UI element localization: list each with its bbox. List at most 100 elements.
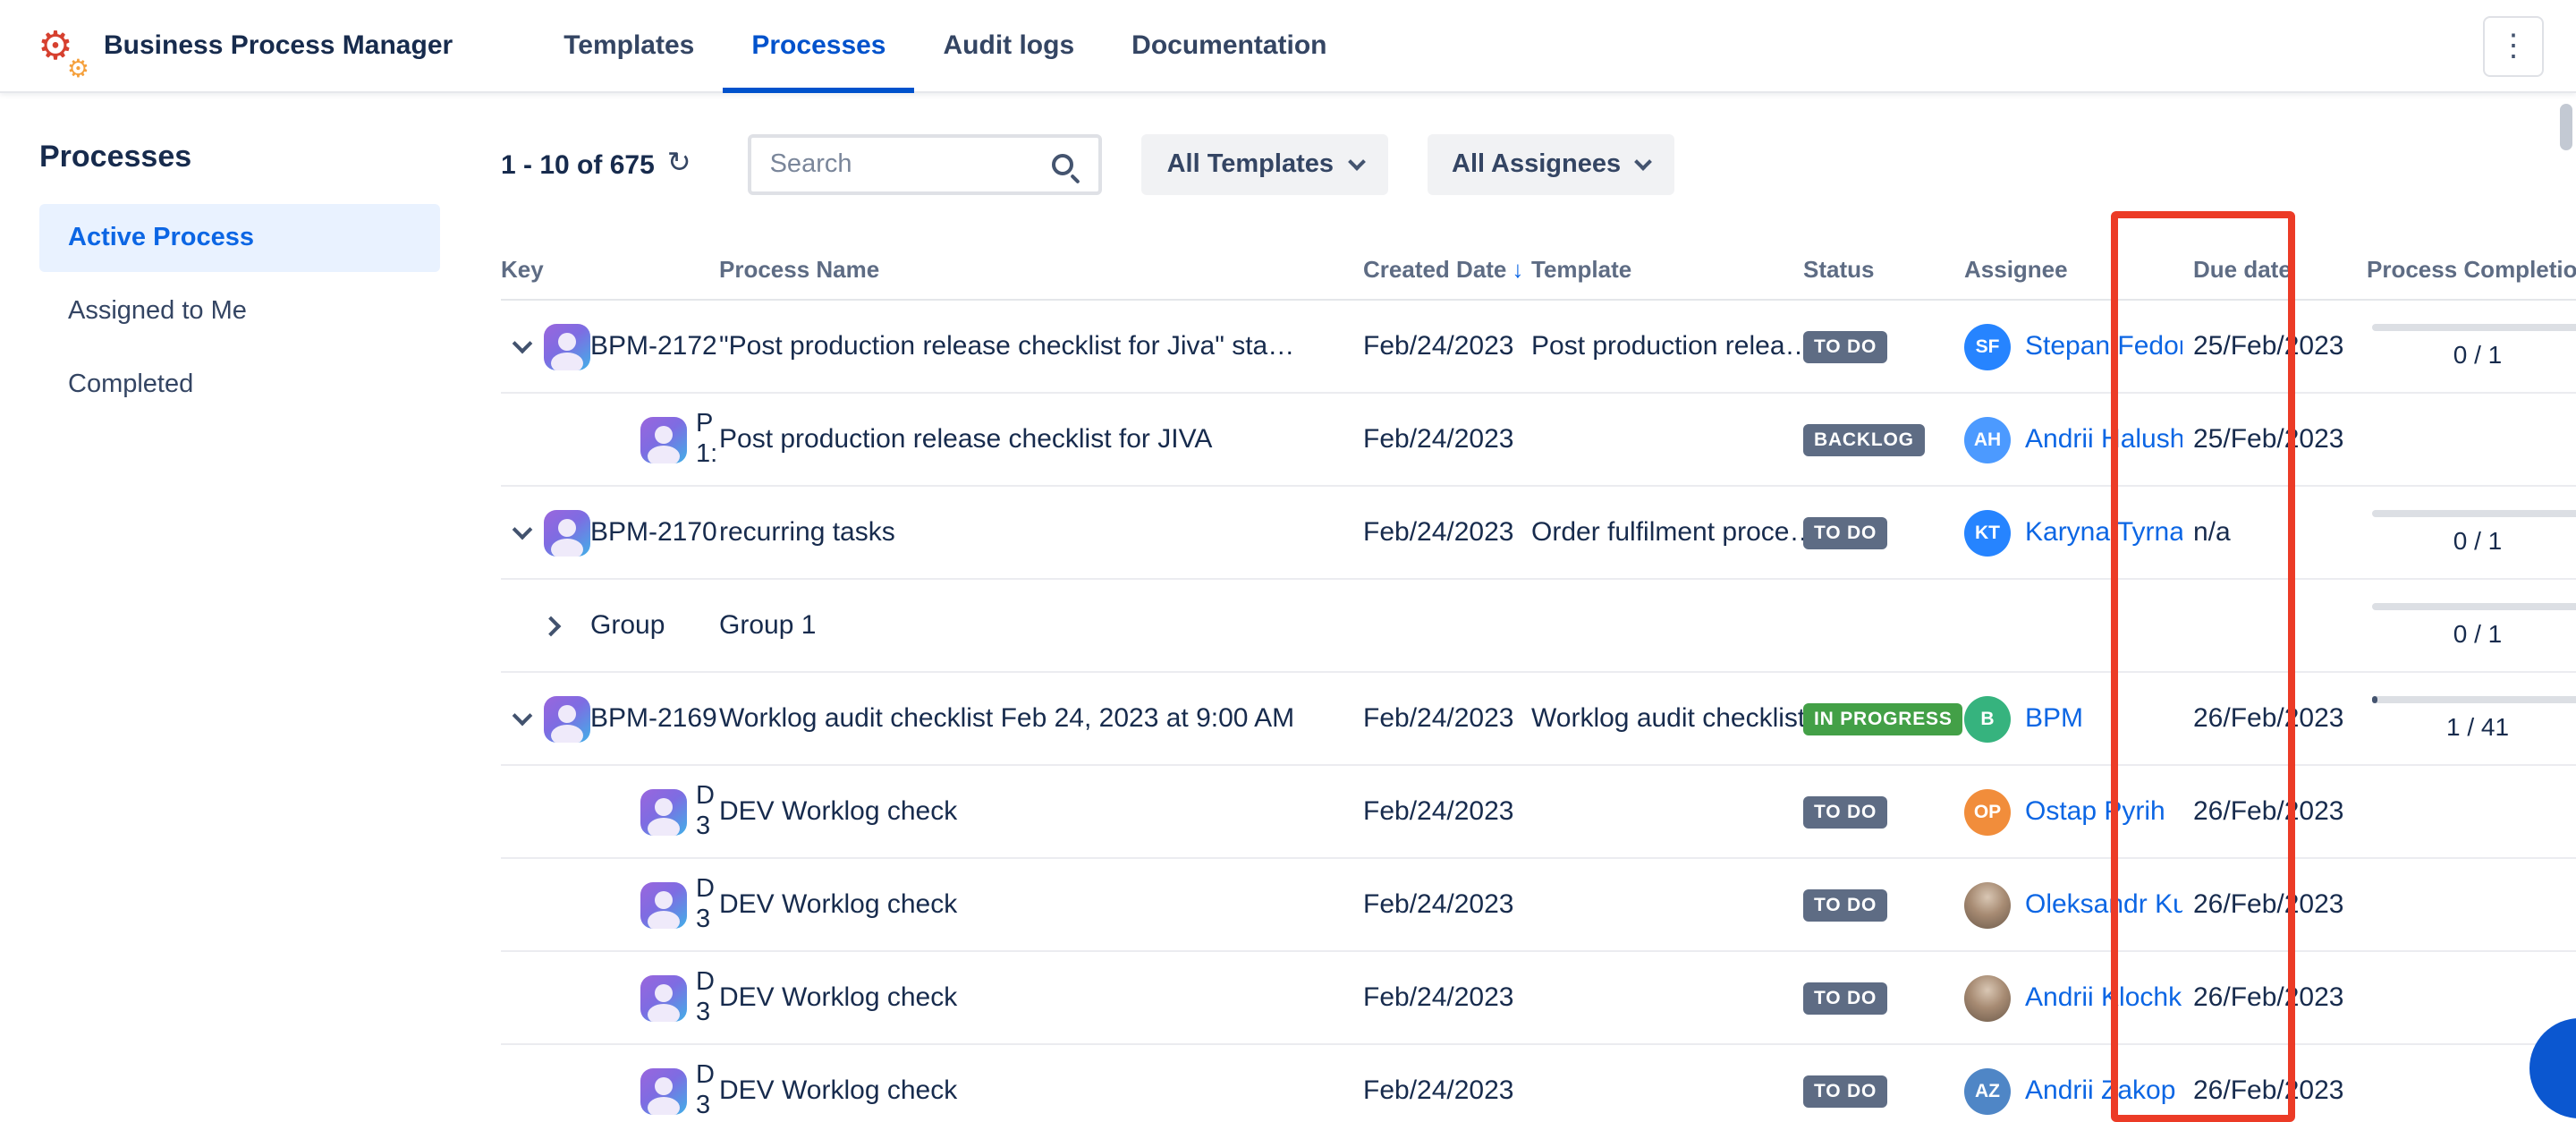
due-date: 26/Feb/2023 (2182, 796, 2351, 827)
assignee-link[interactable]: Andrii Halush (2025, 424, 2182, 455)
app-logo-gears-icon: ⚙⚙ (25, 15, 86, 76)
process-key: D3 (696, 782, 719, 842)
app-window: ⚙⚙ Business Process Manager Templates Pr… (0, 0, 2576, 1122)
progress-bar-fill (2372, 696, 2377, 703)
sidebar-item-assigned-to-me[interactable]: Assigned to Me (39, 277, 440, 345)
status-badge: TO DO (1803, 982, 1887, 1015)
main-nav: Templates Processes Audit logs Documenta… (535, 0, 1355, 92)
process-name[interactable]: DEV Worklog check (719, 889, 1363, 920)
status-badge: BACKLOG (1803, 424, 1925, 456)
due-date: 25/Feb/2023 (2182, 424, 2351, 455)
nav-tab-audit-logs[interactable]: Audit logs (915, 0, 1104, 92)
assignee-avatar: OP (1964, 788, 2011, 835)
template-name: Post production relea… (1531, 331, 1803, 361)
table-row: Group Group 1 0 / 1 (501, 580, 2576, 673)
nav-tab-processes[interactable]: Processes (723, 0, 914, 92)
created-date: Feb/24/2023 (1363, 1075, 1531, 1106)
column-header-process-name[interactable]: Process Name (719, 256, 1363, 283)
process-key: D3 (696, 875, 719, 935)
table-row: BPM-2172 "Post production release checkl… (501, 301, 2576, 394)
refresh-icon[interactable]: ↻ (667, 150, 691, 179)
process-name[interactable]: Group 1 (719, 610, 1363, 641)
search-input[interactable] (770, 150, 1053, 179)
assignee-link[interactable]: Karyna Tyrna (2025, 517, 2182, 548)
created-date: Feb/24/2023 (1363, 331, 1531, 361)
assignee-avatar: KT (1964, 509, 2011, 556)
subprocess-icon (640, 788, 687, 835)
assignee-link[interactable]: BPM (2025, 703, 2083, 734)
process-name[interactable]: DEV Worklog check (719, 796, 1363, 827)
page-title: Processes (39, 140, 447, 175)
status-badge: TO DO (1803, 889, 1887, 922)
created-date: Feb/24/2023 (1363, 424, 1531, 455)
toolbar: 1 - 10 of 675 ↻ All Templates All Assign… (501, 132, 2576, 197)
nav-tab-templates[interactable]: Templates (535, 0, 723, 92)
process-name[interactable]: DEV Worklog check (719, 1075, 1363, 1106)
process-name[interactable]: DEV Worklog check (719, 982, 1363, 1013)
assignee-link[interactable]: Ostap Pyrih (2025, 796, 2165, 827)
result-count: 1 - 10 of 675 (501, 149, 655, 180)
status-badge: TO DO (1803, 331, 1887, 363)
small-gear-icon: ⚙ (67, 55, 89, 80)
due-date: 26/Feb/2023 (2182, 982, 2351, 1013)
subprocess-icon (640, 416, 687, 463)
more-options-button[interactable]: ⋮ (2483, 15, 2544, 76)
column-header-template[interactable]: Template (1531, 256, 1803, 283)
table-header: Key Process Name Created Date↓ Template … (501, 240, 2576, 301)
table-body: BPM-2172 "Post production release checkl… (501, 301, 2576, 1122)
status-badge: TO DO (1803, 1075, 1887, 1108)
content-area: Processes Active Process Assigned to Me … (0, 93, 2576, 1122)
assignee-avatar (1964, 881, 2011, 928)
column-header-process-completion[interactable]: Process Completion (2351, 256, 2576, 283)
process-key: Group (590, 610, 665, 641)
nav-tab-documentation[interactable]: Documentation (1103, 0, 1355, 92)
assignee-avatar: AH (1964, 416, 2011, 463)
process-name[interactable]: recurring tasks (719, 517, 1363, 548)
created-date: Feb/24/2023 (1363, 982, 1531, 1013)
process-name[interactable]: Worklog audit checklist Feb 24, 2023 at … (719, 703, 1363, 734)
assignee-avatar: B (1964, 695, 2011, 742)
expander-chevron-down-icon[interactable] (513, 519, 533, 540)
assignee-link[interactable]: Stepan Fedoro (2025, 331, 2182, 361)
assignee-link[interactable]: Andrii Klochk (2025, 982, 2182, 1013)
templates-filter-dropdown[interactable]: All Templates (1142, 134, 1387, 195)
column-header-created-date[interactable]: Created Date↓ (1363, 256, 1531, 283)
subprocess-icon (640, 881, 687, 928)
assignee-link[interactable]: Oleksandr Ku (2025, 889, 2182, 920)
table-row: D3 DEV Worklog check Feb/24/2023 TO DO A… (501, 952, 2576, 1045)
table-row: BPM-2170 recurring tasks Feb/24/2023 Ord… (501, 487, 2576, 580)
assignees-filter-label: All Assignees (1452, 150, 1621, 179)
column-header-due-date[interactable]: Due date (2182, 256, 2351, 283)
main-content: 1 - 10 of 675 ↻ All Templates All Assign… (447, 93, 2576, 1122)
progress-bar (2372, 510, 2576, 517)
assignees-filter-dropdown[interactable]: All Assignees (1427, 134, 1674, 195)
status-badge: IN PROGRESS (1803, 703, 1963, 735)
template-name: Worklog audit checklist (1531, 703, 1803, 734)
column-header-assignee[interactable]: Assignee (1964, 256, 2182, 283)
scrollbar-thumb[interactable] (2560, 104, 2572, 150)
table-row: D3 DEV Worklog check Feb/24/2023 TO DO A… (501, 1045, 2576, 1122)
subprocess-icon (640, 974, 687, 1021)
process-key: BPM-2172 (590, 331, 717, 361)
status-badge: TO DO (1803, 796, 1887, 829)
process-key: D3 (696, 968, 719, 1028)
group-chevron-right-icon[interactable] (541, 616, 562, 636)
sidebar-item-completed[interactable]: Completed (39, 351, 440, 419)
column-header-status[interactable]: Status (1803, 256, 1964, 283)
sidebar-item-active-process[interactable]: Active Process (39, 204, 440, 272)
completion-text: 0 / 1 (2372, 619, 2576, 648)
app-title: Business Process Manager (104, 30, 453, 61)
search-icon (1053, 154, 1074, 175)
expander-chevron-down-icon[interactable] (513, 333, 533, 353)
assignee-link[interactable]: Andrii Zakop (2025, 1075, 2175, 1106)
column-header-key[interactable]: Key (501, 256, 719, 283)
process-name[interactable]: "Post production release checklist for J… (719, 331, 1363, 361)
expander-chevron-down-icon[interactable] (513, 705, 533, 726)
progress-bar (2372, 603, 2576, 610)
assignee-avatar (1964, 974, 2011, 1021)
process-name[interactable]: Post production release checklist for JI… (719, 424, 1363, 455)
table-row: P1: Post production release checklist fo… (501, 394, 2576, 487)
created-date: Feb/24/2023 (1363, 517, 1531, 548)
table-row: BPM-2169 Worklog audit checklist Feb 24,… (501, 673, 2576, 766)
created-date: Feb/24/2023 (1363, 889, 1531, 920)
